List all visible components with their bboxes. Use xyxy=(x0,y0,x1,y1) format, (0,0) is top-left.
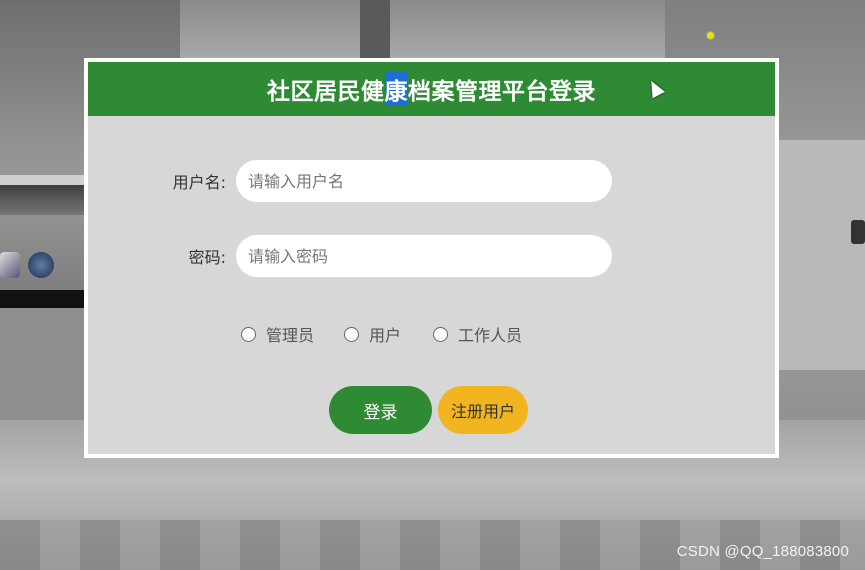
username-row: 用户名: xyxy=(88,160,612,202)
role-option-user[interactable]: 用户 xyxy=(344,322,401,346)
register-button[interactable]: 注册用户 xyxy=(438,386,528,434)
role-option-admin[interactable]: 管理员 xyxy=(241,322,314,346)
action-buttons: 登录 注册用户 xyxy=(329,386,528,434)
username-label: 用户名: xyxy=(172,173,226,192)
role-option-staff[interactable]: 工作人员 xyxy=(433,322,522,346)
radio-icon[interactable] xyxy=(344,326,360,342)
role-label-user: 用户 xyxy=(369,326,402,345)
role-label-admin: 管理员 xyxy=(266,326,315,345)
globe-icon xyxy=(28,252,54,278)
role-label-staff: 工作人员 xyxy=(458,326,523,345)
background-right-object xyxy=(851,220,865,244)
title-text-start: 社区居民健 xyxy=(267,79,385,105)
username-input[interactable] xyxy=(236,160,612,202)
background-desktop-icons xyxy=(0,252,54,278)
radio-icon[interactable] xyxy=(241,326,256,342)
title-text-end: 档案管理平台登录 xyxy=(408,79,596,105)
dialog-title: 社区居民健康档案管理平台登录 xyxy=(88,62,775,116)
background-pillar xyxy=(360,0,390,60)
document-icon xyxy=(0,252,20,278)
yellow-dot-icon xyxy=(706,31,715,40)
radio-icon[interactable] xyxy=(433,326,449,342)
login-button[interactable]: 登录 xyxy=(329,386,432,434)
password-row: 密码: xyxy=(88,235,612,277)
title-text-selected: 康 xyxy=(384,72,408,106)
background-ceiling xyxy=(180,0,680,60)
role-selector: 管理员 用户 工作人员 xyxy=(241,322,552,346)
background-right-panel xyxy=(775,140,865,370)
password-label: 密码: xyxy=(188,248,226,267)
watermark: CSDN @QQ_188083800 xyxy=(676,543,849,560)
background-black-bar xyxy=(0,290,90,308)
login-dialog: 社区居民健康档案管理平台登录 用户名: 密码: 管理员 用户 工作人员 登录 注… xyxy=(84,58,779,458)
password-input[interactable] xyxy=(236,235,612,277)
